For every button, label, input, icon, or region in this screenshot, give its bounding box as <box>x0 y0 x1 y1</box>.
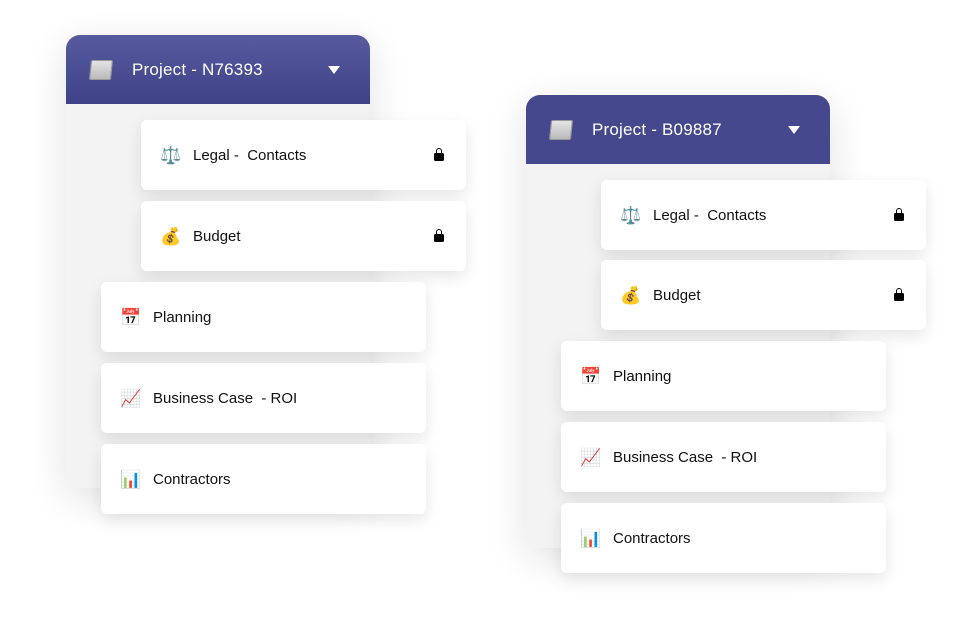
document-icon <box>548 119 574 140</box>
list-item-contractors[interactable]: 📊 Contractors <box>561 503 886 573</box>
dropdown-caret-icon[interactable] <box>328 65 340 74</box>
lock-icon <box>434 229 444 242</box>
item-label: Legal - Contacts <box>653 206 767 224</box>
project-header[interactable]: Project - N76393 <box>66 35 370 104</box>
item-label: Contractors <box>613 529 691 547</box>
lock-icon <box>894 288 904 301</box>
bar-chart-icon: 📊 <box>120 469 142 489</box>
balance-scale-icon: ⚖️ <box>620 205 642 225</box>
lock-icon <box>434 148 444 161</box>
list-item-contractors[interactable]: 📊 Contractors <box>101 444 426 514</box>
list-item-business-case-roi[interactable]: 📈 Business Case - ROI <box>561 422 886 492</box>
project-title: Project - N76393 <box>132 59 263 79</box>
lock-icon <box>894 208 904 221</box>
item-label: Contractors <box>153 470 231 488</box>
list-item-legal-contacts[interactable]: ⚖️ Legal - Contacts <box>601 180 926 250</box>
money-bag-icon: 💰 <box>620 285 642 305</box>
bar-chart-icon: 📊 <box>580 528 602 548</box>
list-item-budget[interactable]: 💰 Budget <box>141 201 466 271</box>
item-label: Business Case - ROI <box>613 448 758 466</box>
item-label: Legal - Contacts <box>193 146 307 164</box>
dropdown-caret-icon[interactable] <box>788 125 800 134</box>
list-item-planning[interactable]: 📅 Planning <box>561 341 886 411</box>
list-item-budget[interactable]: 💰 Budget <box>601 260 926 330</box>
list-item-legal-contacts[interactable]: ⚖️ Legal - Contacts <box>141 120 466 190</box>
list-item-planning[interactable]: 📅 Planning <box>101 282 426 352</box>
calendar-icon: 📅 <box>580 366 602 386</box>
item-label: Budget <box>193 227 241 245</box>
item-label: Planning <box>153 308 212 326</box>
item-label: Budget <box>653 286 701 304</box>
item-label: Planning <box>613 367 672 385</box>
list-item-business-case-roi[interactable]: 📈 Business Case - ROI <box>101 363 426 433</box>
item-label: Business Case - ROI <box>153 389 298 407</box>
project-header[interactable]: Project - B09887 <box>526 95 830 164</box>
chart-increasing-icon: 📈 <box>580 447 602 467</box>
balance-scale-icon: ⚖️ <box>160 145 182 165</box>
document-icon <box>88 59 114 80</box>
project-title: Project - B09887 <box>592 119 722 139</box>
calendar-icon: 📅 <box>120 307 142 327</box>
chart-increasing-icon: 📈 <box>120 388 142 408</box>
money-bag-icon: 💰 <box>160 226 182 246</box>
